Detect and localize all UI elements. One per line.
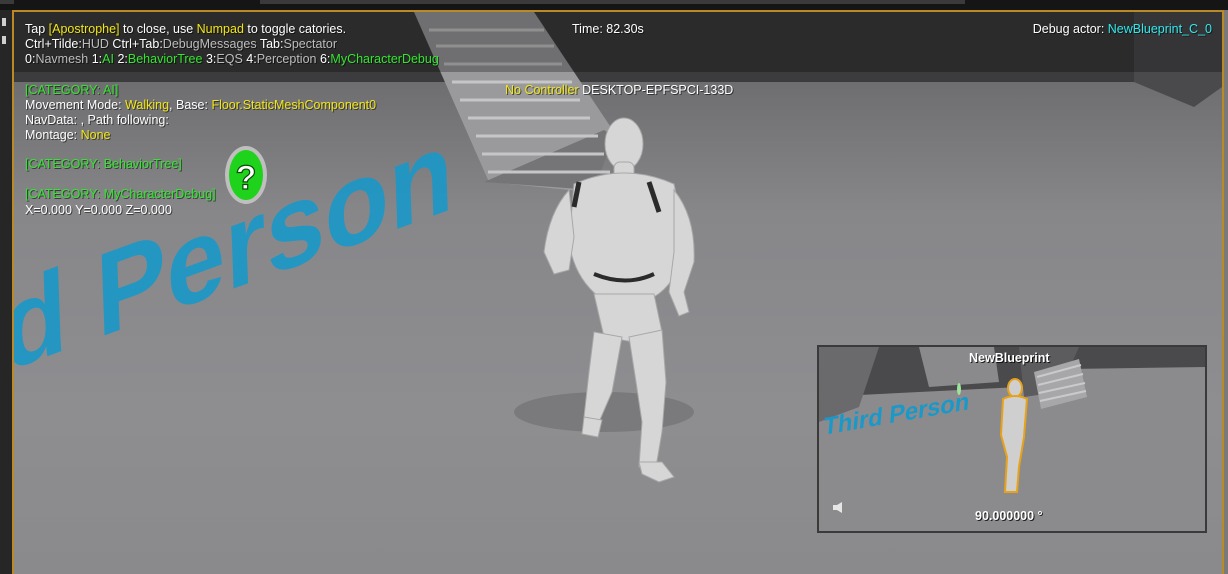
time-readout: Time: 82.30s bbox=[572, 22, 644, 36]
category-perception[interactable]: 4:Perception bbox=[246, 52, 316, 66]
tab-handle[interactable] bbox=[0, 0, 14, 4]
controller-label: No Controller DESKTOP-EPFSPCI-133D bbox=[505, 83, 734, 97]
floor-text: d Person bbox=[14, 103, 455, 398]
navdata-line: NavData: , Path following: bbox=[25, 113, 169, 127]
editor-right-edge bbox=[1224, 10, 1228, 574]
coordinates-line: X=0.000 Y=0.000 Z=0.000 bbox=[25, 203, 172, 217]
movement-mode: Movement Mode: Walking, Base: Floor.Stat… bbox=[25, 98, 377, 112]
editor-top-strip bbox=[0, 0, 1228, 10]
preview-scene: Third Person bbox=[819, 347, 1205, 513]
preview-title: NewBlueprint bbox=[969, 351, 1050, 365]
category-ai-header: [CATEGORY: AI] bbox=[25, 83, 119, 97]
category-mycharacterdebug-header: [CATEGORY: MyCharacterDebug] bbox=[25, 187, 216, 201]
debug-actor: Debug actor: NewBlueprint_C_0 bbox=[1032, 22, 1212, 36]
shortcut-hint: Ctrl+Tilde:HUD Ctrl+Tab:DebugMessages Ta… bbox=[25, 37, 338, 51]
category-toggles: 0:Navmesh 1:AI 2:BehaviorTree 3:EQS 4:Pe… bbox=[25, 52, 439, 67]
preview-angle: 90.000000 ° bbox=[975, 509, 1043, 523]
category-ai[interactable]: 1:AI bbox=[92, 52, 114, 66]
svg-text:?: ? bbox=[236, 159, 257, 197]
tab-bar[interactable] bbox=[260, 0, 965, 4]
preview-character bbox=[999, 378, 1029, 493]
close-hint: Tap [Apostrophe] to close, use Numpad to… bbox=[25, 22, 347, 36]
panel-marker bbox=[2, 18, 6, 26]
speaker-icon bbox=[833, 502, 842, 513]
category-behaviortree[interactable]: 2:BehaviorTree bbox=[117, 52, 202, 66]
category-eqs[interactable]: 3:EQS bbox=[206, 52, 243, 66]
category-navmesh[interactable]: 0:Navmesh bbox=[25, 52, 88, 66]
level-viewport[interactable]: d Person ? Tap [Apostrophe] to close, us… bbox=[12, 10, 1224, 574]
editor-left-strip bbox=[0, 10, 12, 574]
category-mycharacterdebug[interactable]: 6:MyCharacterDebug bbox=[320, 52, 439, 66]
montage-line: Montage: None bbox=[25, 128, 111, 142]
picture-in-picture-preview[interactable]: Third Person NewBlueprint 90.000000 ° bbox=[817, 345, 1207, 533]
panel-marker bbox=[2, 36, 6, 44]
category-behaviortree-header: [CATEGORY: BehaviorTree] bbox=[25, 157, 182, 171]
question-mark-icon: ? bbox=[225, 146, 267, 204]
